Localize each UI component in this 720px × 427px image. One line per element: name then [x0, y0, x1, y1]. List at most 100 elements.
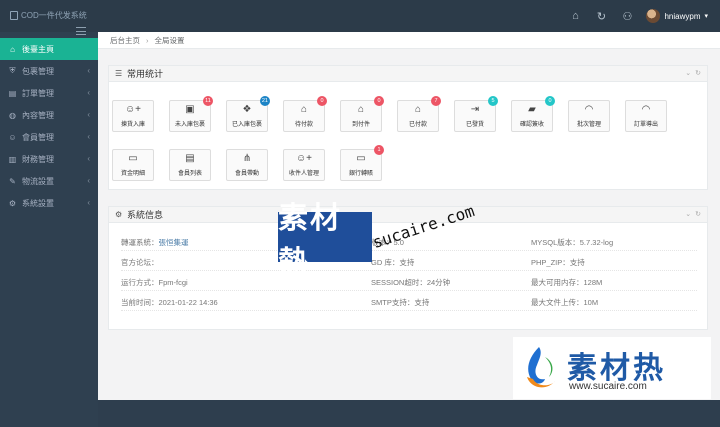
- shortcut-tile[interactable]: ⇥ 已發貨 5: [454, 96, 498, 132]
- shortcut-tile[interactable]: ▣ 未入庫包裹 11: [169, 96, 213, 132]
- tile-icon: ▭: [128, 153, 138, 164]
- wrench-icon: ✎: [9, 176, 16, 186]
- app-logo[interactable]: COD一件代发系统: [10, 10, 87, 21]
- info-value: 5.7.32-log: [579, 238, 614, 247]
- tile-icon: ◠: [584, 104, 594, 115]
- info-cell: SMTP支持：支持: [371, 297, 429, 308]
- watermark-corner-url: www.sucaire.com: [569, 381, 647, 392]
- avatar: [646, 9, 661, 23]
- sidebar-item[interactable]: ⚙ 系統設置 ‹: [0, 192, 98, 214]
- breadcrumb-home[interactable]: 后台主页: [110, 35, 140, 46]
- info-value: 支持: [414, 298, 430, 307]
- table-row: 运行方式：Fpm-fcgi SESSION超时：24分钟 最大可用内存：128M: [121, 271, 697, 291]
- username: hniawypm: [664, 11, 701, 21]
- tile-label: 已入庫包裹: [231, 122, 262, 128]
- shortcut-tile[interactable]: ▭ 資金明細: [112, 149, 154, 181]
- tile-label: 收件人管理: [288, 171, 319, 177]
- chart-icon: ▥: [8, 154, 17, 164]
- tile-label: 會員帶動: [234, 171, 259, 177]
- list-icon: ☰: [115, 69, 123, 78]
- sidebar-item[interactable]: ◍ 內容管理 ‹: [0, 104, 98, 126]
- info-cell: 最大可用内存：128M: [531, 277, 602, 288]
- tile-label: 訂單導出: [633, 122, 658, 128]
- chevron-down-icon: ▾: [704, 13, 708, 20]
- shortcut-tile[interactable]: ▰ 確認簽收 0: [511, 96, 555, 132]
- count-badge: 21: [259, 96, 270, 106]
- tile-label: 到付件: [351, 122, 370, 128]
- tile-label: 資金明細: [120, 171, 145, 177]
- info-value: 24分钟: [426, 278, 451, 287]
- sidebar-item[interactable]: ▤ 訂單管理 ‹: [0, 82, 98, 104]
- refresh-icon[interactable]: ↻: [588, 0, 614, 32]
- tile-icon: ◠: [641, 104, 651, 115]
- info-label: 运行方式：: [121, 278, 159, 287]
- sidebar-item-label: 財務管理: [22, 154, 54, 164]
- count-badge: 11: [203, 96, 213, 106]
- shortcut-tile[interactable]: ◠ 訂單導出: [625, 100, 667, 132]
- shortcut-tile[interactable]: ⌂ 待付款 0: [283, 96, 327, 132]
- chevron-left-icon: ‹: [87, 176, 90, 185]
- info-cell: 官方论坛：: [121, 257, 159, 268]
- top-navbar: COD一件代发系统 ⌂ ↻ ⚇ hniawypm ▾: [0, 0, 720, 32]
- info-value: 10M: [583, 298, 599, 307]
- tile-icon: ⇥: [470, 104, 480, 115]
- shortcut-tile[interactable]: ▤ 會員列表: [169, 149, 211, 181]
- tile-label: 待付款: [294, 122, 313, 128]
- collapse-icon[interactable]: ⌄: [685, 69, 691, 77]
- refresh-icon[interactable]: ↻: [695, 210, 701, 218]
- sidebar-item[interactable]: ✎ 物流設置 ‹: [0, 170, 98, 192]
- info-value: 支持: [569, 258, 585, 267]
- collapse-icon[interactable]: ⌄: [685, 210, 691, 218]
- tile-icon: ⋔: [242, 153, 252, 164]
- sidebar-item[interactable]: ▥ 財務管理 ‹: [0, 148, 98, 170]
- logo-text: COD一件代发系统: [21, 11, 87, 20]
- shortcut-tile[interactable]: ☺+ 收件人管理: [283, 149, 325, 181]
- sidebar-item-label: 內容管理: [22, 110, 54, 120]
- refresh-icon[interactable]: ↻: [695, 69, 701, 77]
- stats-panel-title: 常用统计: [127, 69, 164, 79]
- user-icon: ☺: [8, 132, 17, 142]
- swirl-logo-icon: [527, 347, 555, 388]
- user-menu[interactable]: hniawypm ▾: [646, 9, 708, 23]
- count-badge: 0: [545, 96, 555, 106]
- tile-label: 已發貨: [465, 122, 484, 128]
- info-cell: 最大文件上传：10M: [531, 297, 598, 308]
- sidebar-item-label: 包裹管理: [22, 66, 54, 76]
- sidebar-item[interactable]: ☺ 會員管理 ‹: [0, 126, 98, 148]
- info-cell: 当前时间：2021-01-22 14:36: [121, 297, 218, 308]
- shield-icon: ⛨: [9, 66, 16, 75]
- gear-icon: ⚙: [8, 198, 17, 208]
- user-icon[interactable]: ⚇: [614, 0, 640, 32]
- cogs-icon: ⚙: [115, 210, 123, 219]
- menu-toggle-icon[interactable]: [76, 27, 86, 35]
- info-cell: PHP_ZIP：支持: [531, 257, 585, 268]
- breadcrumb-separator-icon: ›: [146, 35, 149, 45]
- tile-label: 揀貨入庫: [120, 122, 145, 128]
- chevron-left-icon: ‹: [87, 154, 90, 163]
- info-cell: SESSION超时：24分钟: [371, 277, 450, 288]
- info-value: 2021-01-22 14:36: [158, 298, 218, 307]
- shortcut-tile[interactable]: ◠ 批次管理: [568, 100, 610, 132]
- tile-icon: ▰: [528, 104, 536, 115]
- sidebar-item[interactable]: ⛨ 包裹管理 ‹: [0, 60, 98, 82]
- shortcut-tile[interactable]: ⋔ 會員帶動: [226, 149, 268, 181]
- shortcut-tile[interactable]: ⌂ 已付款 7: [397, 96, 441, 132]
- info-label: 最大可用内存：: [531, 278, 584, 287]
- count-badge: 5: [488, 96, 498, 106]
- info-cell: MYSQL版本：5.7.32-log: [531, 237, 613, 248]
- watermark-center: 素材熱 sucaire.com: [278, 201, 482, 280]
- tile-icon: ⌂: [300, 104, 308, 115]
- home-icon[interactable]: ⌂: [562, 0, 588, 32]
- shortcut-tile[interactable]: ☺+ 揀貨入庫: [112, 100, 154, 132]
- sidebar-item-label: 系統設置: [22, 198, 54, 208]
- info-cell: 运行方式：Fpm-fcgi: [121, 277, 188, 288]
- info-value[interactable]: 張恒集運: [159, 238, 189, 247]
- info-value: Fpm-fcgi: [158, 278, 188, 287]
- count-badge: 0: [374, 96, 384, 106]
- watermark-logo: 素材熱: [278, 201, 372, 280]
- chevron-left-icon: ‹: [87, 110, 90, 119]
- sidebar-item[interactable]: ⌂ 後臺主頁: [0, 38, 98, 60]
- shortcut-tile[interactable]: ▭ 銀行轉賬 1: [340, 145, 384, 181]
- shortcut-tile[interactable]: ⌂ 到付件 0: [340, 96, 384, 132]
- shortcut-tile[interactable]: ❖ 已入庫包裹 21: [226, 96, 270, 132]
